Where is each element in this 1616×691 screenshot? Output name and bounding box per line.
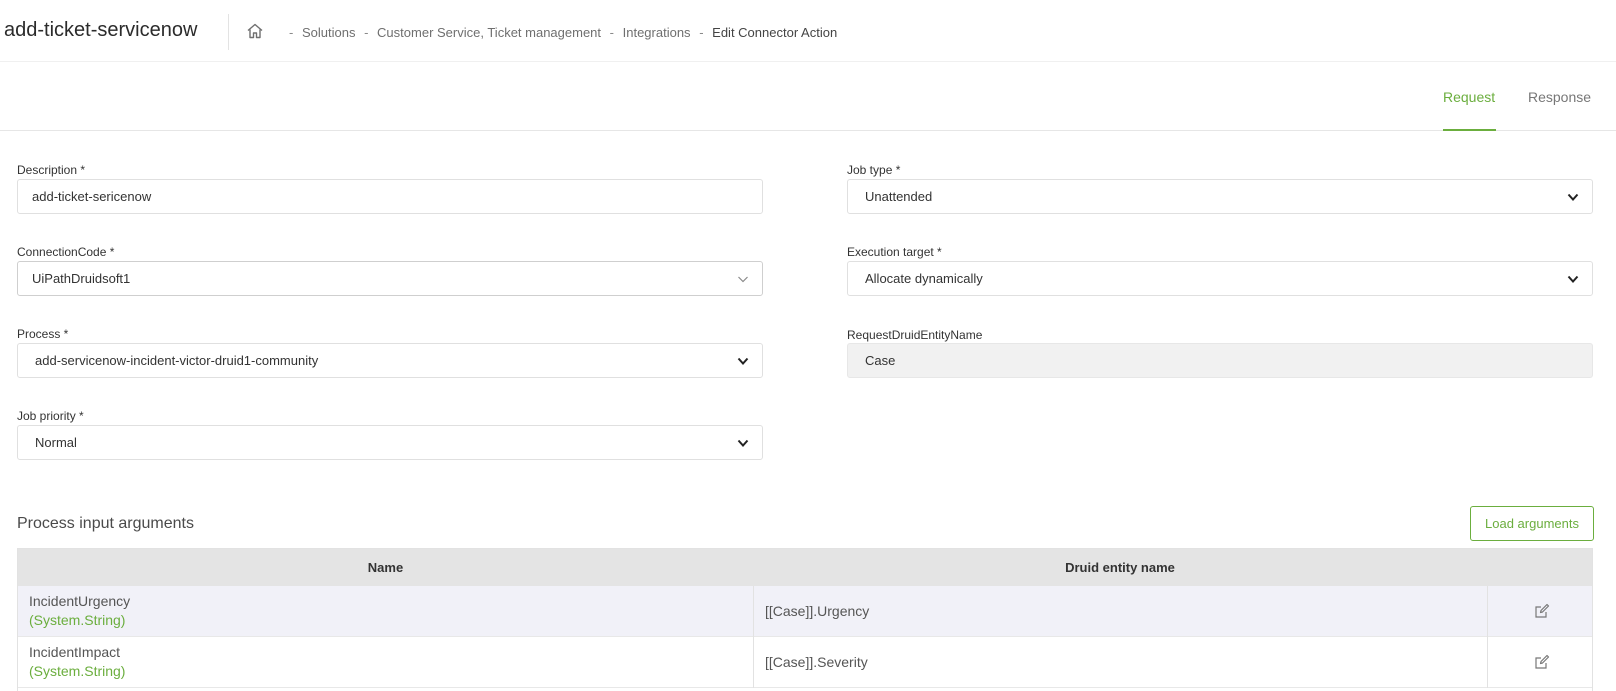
arguments-table: Name Druid entity name IncidentUrgency (… bbox=[17, 548, 1593, 691]
chevron-down-icon bbox=[737, 439, 749, 447]
breadcrumb-separator: - bbox=[364, 25, 369, 40]
argument-name-cell: IncidentUrgency (System.String) bbox=[18, 586, 753, 637]
execution-target-select[interactable]: Allocate dynamically bbox=[847, 261, 1593, 296]
breadcrumb-current: Edit Connector Action bbox=[712, 25, 838, 40]
argument-name: IncidentUrgency bbox=[29, 593, 131, 609]
job-priority-label: Job priority * bbox=[17, 409, 84, 423]
entity-name-value: [[Case]].Urgency bbox=[765, 603, 870, 619]
arguments-section-title: Process input arguments bbox=[17, 515, 194, 532]
request-entity-label: RequestDruidEntityName bbox=[847, 328, 983, 342]
breadcrumb: - Solutions - Customer Service, Ticket m… bbox=[284, 25, 837, 40]
tab-response[interactable]: Response bbox=[1528, 89, 1591, 105]
description-value: add-ticket-sericenow bbox=[32, 189, 152, 204]
edit-icon[interactable] bbox=[1534, 603, 1550, 619]
app-title: add-ticket-servicenow bbox=[4, 19, 198, 41]
tab-request[interactable]: Request bbox=[1443, 89, 1495, 105]
breadcrumb-separator: - bbox=[609, 25, 614, 40]
execution-target-value: Allocate dynamically bbox=[865, 271, 983, 286]
argument-name-cell: IncidentImpact (System.String) bbox=[18, 637, 753, 688]
breadcrumb-item-integrations[interactable]: Integrations bbox=[623, 25, 691, 40]
job-type-label: Job type * bbox=[847, 163, 901, 177]
process-label: Process * bbox=[17, 327, 69, 341]
page-header: add-ticket-servicenow - Solutions - Cust… bbox=[0, 0, 1616, 62]
header-divider bbox=[228, 14, 229, 50]
home-icon[interactable] bbox=[246, 22, 264, 40]
edit-icon[interactable] bbox=[1534, 654, 1550, 670]
description-label: Description * bbox=[17, 163, 86, 177]
description-field[interactable]: add-ticket-sericenow bbox=[17, 179, 763, 214]
chevron-down-icon bbox=[737, 357, 749, 365]
chevron-down-icon bbox=[738, 276, 748, 283]
table-header: Name Druid entity name bbox=[18, 549, 1592, 586]
table-row: IncidentImpact (System.String) [[Case]].… bbox=[18, 637, 1592, 688]
job-type-select[interactable]: Unattended bbox=[847, 179, 1593, 214]
process-value: add-servicenow-incident-victor-druid1-co… bbox=[35, 353, 319, 368]
chevron-down-icon bbox=[1567, 193, 1579, 201]
argument-type: (System.String) bbox=[29, 663, 126, 679]
process-select[interactable]: add-servicenow-incident-victor-druid1-co… bbox=[17, 343, 763, 378]
request-entity-value: Case bbox=[865, 353, 896, 368]
connection-code-label: ConnectionCode * bbox=[17, 245, 115, 259]
job-priority-value: Normal bbox=[35, 435, 77, 450]
active-tab-indicator bbox=[1443, 129, 1496, 131]
entity-name-cell: [[Case]].Urgency bbox=[753, 586, 1487, 637]
breadcrumb-item-customer-service[interactable]: Customer Service, Ticket management bbox=[377, 25, 601, 40]
column-header-entity: Druid entity name bbox=[1065, 560, 1175, 575]
connection-code-value: UiPathDruidsoft1 bbox=[32, 271, 131, 286]
breadcrumb-separator: - bbox=[699, 25, 704, 40]
connection-code-select[interactable]: UiPathDruidsoft1 bbox=[17, 261, 763, 296]
table-row: IncidentUrgency (System.String) [[Case]]… bbox=[18, 586, 1592, 637]
chevron-down-icon bbox=[1567, 275, 1579, 283]
column-header-name: Name bbox=[367, 560, 404, 575]
request-entity-field: Case bbox=[847, 343, 1593, 378]
breadcrumb-item-solutions[interactable]: Solutions bbox=[302, 25, 355, 40]
execution-target-label: Execution target * bbox=[847, 245, 942, 259]
job-priority-select[interactable]: Normal bbox=[17, 425, 763, 460]
entity-name-cell: [[Case]].Severity bbox=[753, 637, 1487, 688]
load-arguments-button[interactable]: Load arguments bbox=[1470, 506, 1594, 541]
job-type-value: Unattended bbox=[865, 189, 933, 204]
row-action-cell bbox=[1487, 586, 1592, 637]
breadcrumb-separator: - bbox=[289, 25, 294, 40]
tab-bar: Request Response bbox=[0, 62, 1616, 131]
argument-type: (System.String) bbox=[29, 612, 126, 628]
row-action-cell bbox=[1487, 637, 1592, 688]
argument-name: IncidentImpact bbox=[29, 644, 121, 660]
entity-name-value: [[Case]].Severity bbox=[765, 654, 868, 670]
